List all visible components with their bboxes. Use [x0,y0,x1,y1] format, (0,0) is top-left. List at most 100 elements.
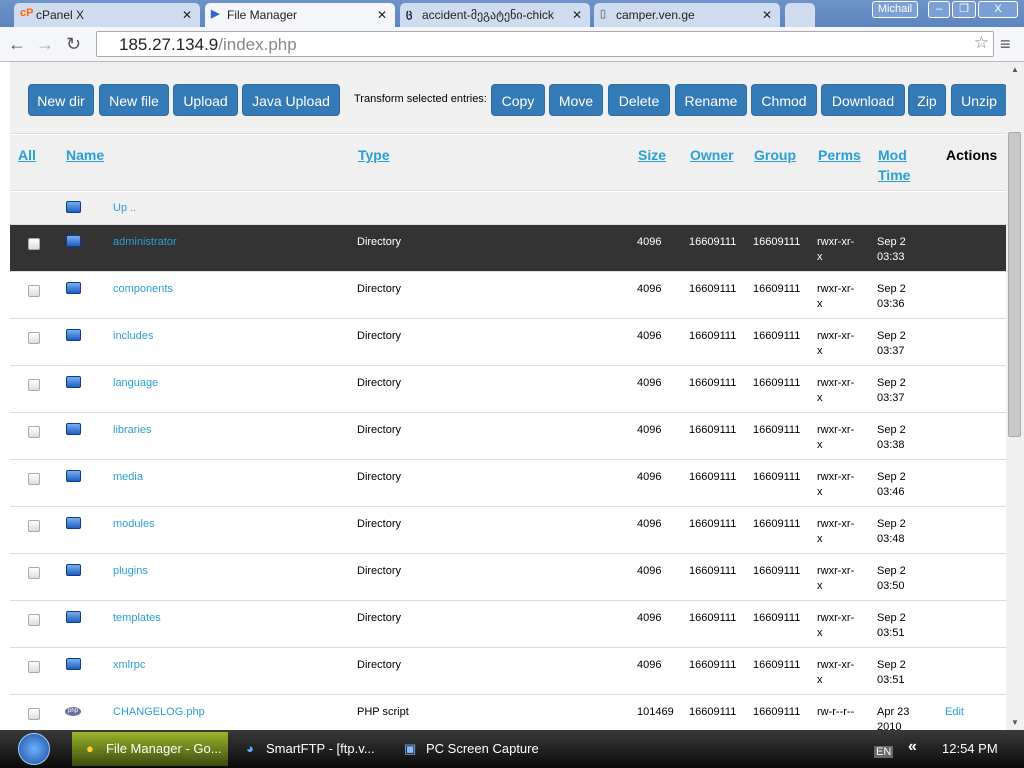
close-tab-icon[interactable]: ✕ [377,8,387,22]
row-checkbox[interactable] [28,520,40,532]
row-checkbox[interactable] [28,332,40,344]
scrollbar[interactable]: ▲ ▼ [1006,62,1024,730]
new-dir-button[interactable]: New dir [28,84,94,116]
table-row[interactable]: administrator Directory 4096 16609111 16… [10,225,1006,272]
up-link[interactable]: Up .. [113,201,136,216]
sort-size[interactable]: Size [638,145,666,165]
file-name-link[interactable]: components [113,282,173,297]
bookmark-star-icon[interactable]: ☆ [974,33,989,53]
sort-owner[interactable]: Owner [690,145,734,165]
table-row[interactable]: modules Directory 4096 16609111 16609111… [10,507,1006,554]
file-mod-time: Apr 23 2010 [877,705,909,730]
file-size: 4096 [637,518,662,530]
close-tab-icon[interactable]: ✕ [182,8,192,22]
rename-button[interactable]: Rename [675,84,747,116]
table-row[interactable]: libraries Directory 4096 16609111 166091… [10,413,1006,460]
unzip-button[interactable]: Unzip [951,84,1006,116]
file-type: Directory [357,565,402,577]
taskbar-smartftp[interactable]: ◕ SmartFTP - [ftp.v... [232,732,392,766]
row-checkbox[interactable] [28,614,40,626]
file-size: 4096 [637,424,662,436]
sort-type[interactable]: Type [358,145,390,165]
perms-line2: x [817,345,823,357]
up-row[interactable]: Up .. [10,192,1006,225]
file-name-link[interactable]: xmlrpc [113,658,145,673]
row-checkbox[interactable] [28,379,40,391]
sort-name[interactable]: Name [66,145,104,165]
row-checkbox[interactable] [28,473,40,485]
delete-button[interactable]: Delete [608,84,670,116]
row-checkbox[interactable] [28,426,40,438]
sort-group[interactable]: Group [754,145,796,165]
scroll-up-icon[interactable]: ▲ [1011,65,1019,74]
tab-camper[interactable]: ▯ camper.ven.ge ✕ [594,3,780,27]
move-button[interactable]: Move [549,84,603,116]
taskbar-chrome[interactable]: ● File Manager - Go... [72,732,228,766]
file-owner: 16609111 [689,236,737,248]
file-name-link[interactable]: plugins [113,564,148,579]
restore-button[interactable]: ❐ [952,1,976,18]
row-checkbox[interactable] [28,708,40,720]
start-button[interactable] [18,733,50,765]
table-row[interactable]: components Directory 4096 16609111 16609… [10,272,1006,319]
select-all-link[interactable]: All [18,145,36,165]
row-checkbox[interactable] [28,238,40,250]
new-tab-button[interactable] [785,3,815,27]
language-indicator[interactable]: EN [874,746,894,758]
table-row[interactable]: xmlrpc Directory 4096 16609111 16609111 … [10,648,1006,695]
edit-link[interactable]: Edit [945,705,964,720]
menu-icon[interactable]: ≡ [1000,34,1011,55]
upload-button[interactable]: Upload [173,84,238,116]
smartftp-icon: ◕ [246,741,254,756]
taskbar-screen-capture[interactable]: ▣ PC Screen Capture [392,732,562,766]
chmod-button[interactable]: Chmod [751,84,817,116]
close-tab-icon[interactable]: ✕ [762,8,772,22]
file-group: 16609111 [753,236,801,248]
new-file-button[interactable]: New file [99,84,169,116]
scroll-down-icon[interactable]: ▼ [1011,718,1019,727]
copy-button[interactable]: Copy [491,84,545,116]
file-name-link[interactable]: templates [113,611,161,626]
file-name-link[interactable]: media [113,470,143,485]
row-checkbox[interactable] [28,567,40,579]
table-row[interactable]: media Directory 4096 16609111 16609111 r… [10,460,1006,507]
reload-icon[interactable]: ↻ [66,34,81,55]
sort-perms[interactable]: Perms [818,145,861,165]
perms-line1: rw-r--r-- [817,706,855,718]
java-upload-button[interactable]: Java Upload [242,84,340,116]
back-icon[interactable]: ← [8,34,26,55]
perms-line2: x [817,251,823,263]
clock[interactable]: 12:54 PM [942,741,998,756]
zip-button[interactable]: Zip [908,84,946,116]
close-window-button[interactable]: X [978,1,1018,18]
table-row[interactable]: language Directory 4096 16609111 1660911… [10,366,1006,413]
table-row[interactable]: templates Directory 4096 16609111 166091… [10,601,1006,648]
file-name-link[interactable]: language [113,376,158,391]
file-name-link[interactable]: modules [113,517,155,532]
close-tab-icon[interactable]: ✕ [572,8,582,22]
minimize-button[interactable]: – [928,1,950,18]
file-name-link[interactable]: libraries [113,423,152,438]
file-type: Directory [357,377,402,389]
sort-mod-time[interactable]: Mod Time [878,145,910,185]
table-row[interactable]: php CHANGELOG.php PHP script 101469 1660… [10,695,1006,730]
user-badge[interactable]: Michail [872,1,918,18]
file-name-link[interactable]: administrator [113,235,177,250]
tab-cpanel[interactable]: cP cPanel X ✕ [14,3,200,27]
file-mod-time: Sep 2 03:36 [877,282,906,312]
tab-accident[interactable]: ც accident-მეგატენი-chick ✕ [400,3,590,27]
taskbar: ● File Manager - Go... ◕ SmartFTP - [ftp.v… [0,730,1024,768]
file-size: 101469 [637,706,674,718]
row-checkbox[interactable] [28,661,40,673]
forward-icon[interactable]: → [36,34,54,55]
file-name-link[interactable]: includes [113,329,153,344]
file-name-link[interactable]: CHANGELOG.php [113,705,205,720]
table-row[interactable]: includes Directory 4096 16609111 1660911… [10,319,1006,366]
scrollbar-thumb[interactable] [1008,132,1021,437]
row-checkbox[interactable] [28,285,40,297]
tab-file-manager[interactable]: ▶ File Manager ✕ [205,3,395,27]
download-button[interactable]: Download [821,84,905,116]
address-bar[interactable]: 185.27.134.9/index.php ☆ [96,31,994,57]
show-hidden-icons[interactable]: « [908,738,917,756]
table-row[interactable]: plugins Directory 4096 16609111 16609111… [10,554,1006,601]
